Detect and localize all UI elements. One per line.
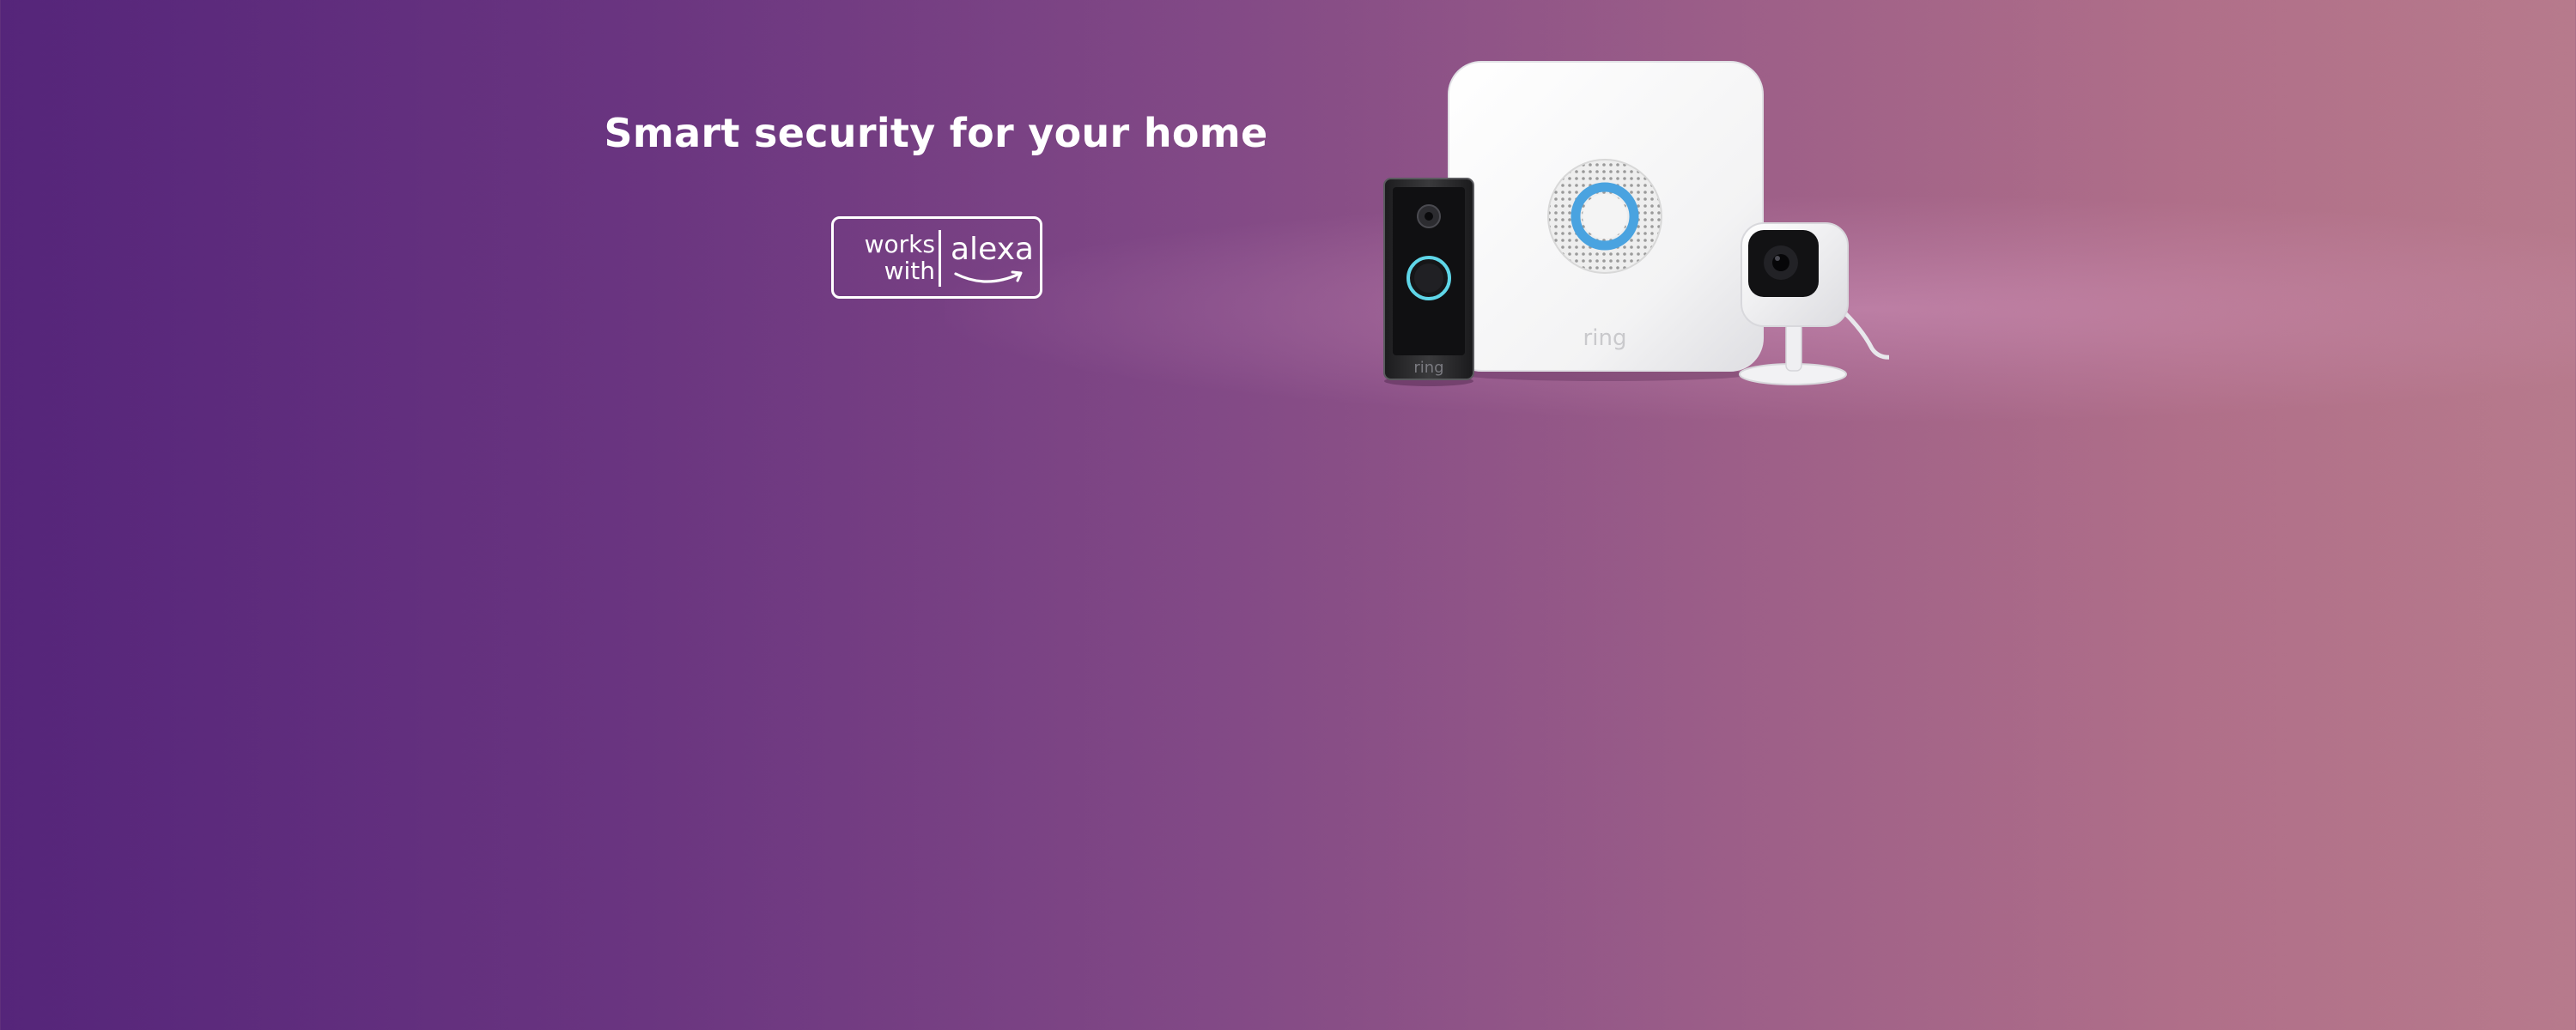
video-doorbell-image: ring — [1383, 178, 1474, 386]
badge-works-with: works with — [844, 231, 935, 284]
badge-divider — [939, 230, 941, 287]
alarm-base-station-image: ring — [1448, 61, 1764, 381]
base-station-ring-logo: ring — [1583, 325, 1627, 351]
badge-alexa-brand: alexa — [951, 232, 1034, 267]
headline: Smart security for your home — [604, 110, 1268, 156]
badge-line1: works — [864, 230, 935, 258]
indoor-camera-image — [1739, 222, 1889, 385]
alexa-smile-icon — [954, 270, 1023, 283]
doorbell-ring-logo: ring — [1413, 359, 1443, 377]
badge-line2: with — [884, 257, 935, 285]
works-with-alexa-badge: works with alexa — [831, 216, 1042, 299]
